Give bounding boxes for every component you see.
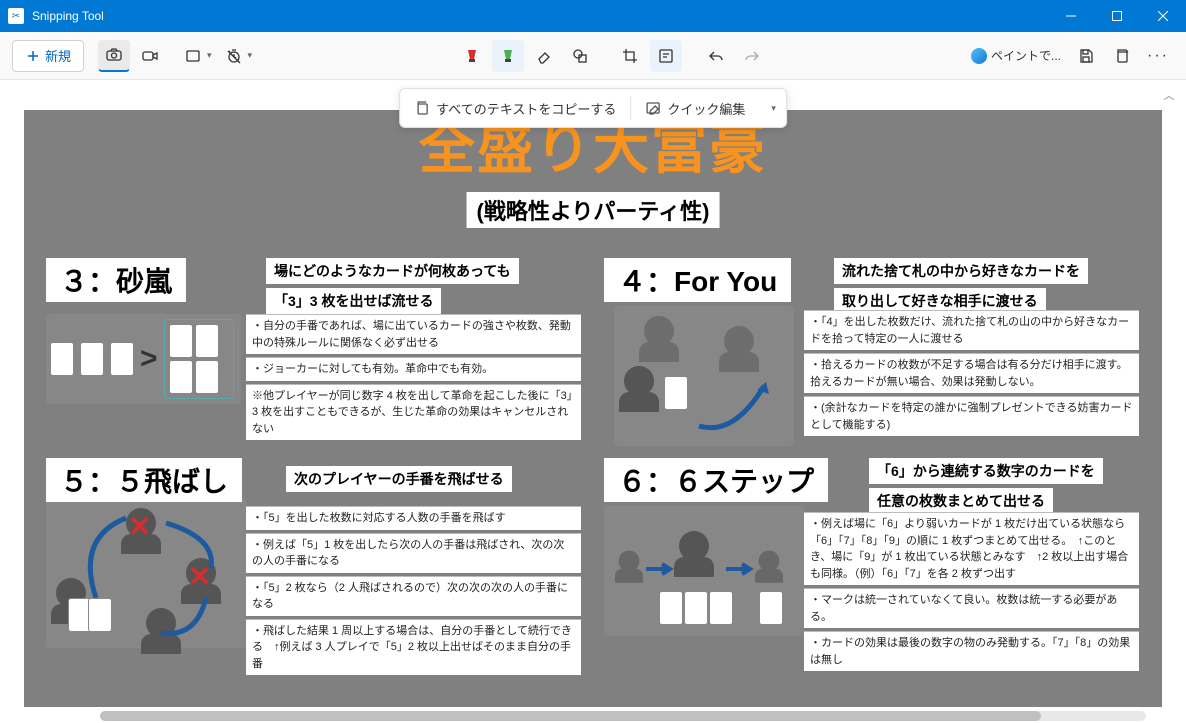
rule-6-lead1: 「6」から連続する数字のカードを [869,458,1103,484]
text-actions-floatbar: すべてのテキストをコピーする クイック編集 ▾ [399,88,787,128]
save-button[interactable] [1070,40,1102,72]
highlighter-button[interactable] [492,40,524,72]
captured-image: 全盛り大富豪 (戦略性よりパーティ性) ３：砂嵐 場にどのようなカードが何枚あっ… [24,110,1162,707]
rule-6-lead2: 任意の枚数まとめて出せる [869,488,1053,514]
rule-5-heading: ５：５飛ばし [46,458,242,502]
rule-3-block: ３：砂嵐 場にどのようなカードが何枚あっても 「3」3 枚を出せば流せる > ・… [46,258,586,302]
photo-mode-button[interactable] [98,40,130,72]
rule-3-lead2: 「3」3 枚を出せば流せる [266,288,441,314]
rule-3-graphic: > [46,314,241,404]
rule-4-bullets: ・「4」を出した枚数だけ、流れた捨て札の山の中から好きなカードを拾って特定の一人… [804,310,1139,439]
rule-5-lead1: 次のプレイヤーの手番を飛ばせる [286,466,512,492]
rule-4-block: ４：For You 流れた捨て札の中から好きなカードを 取り出して好きな相手に渡… [604,258,1144,302]
rule-5-block: ５：５飛ばし 次のプレイヤーの手番を飛ばせる ✕ ✕ ・「5」を出した枚数に対応… [46,458,586,502]
new-snip-button[interactable]: 新規 [12,40,84,72]
horizontal-scrollbar[interactable] [100,711,1146,721]
rule-4-graphic [614,306,794,446]
chevron-down-icon: ▾ [771,103,776,114]
close-button[interactable] [1140,0,1186,32]
shapes-button[interactable] [564,40,596,72]
eraser-button[interactable] [528,40,560,72]
copy-all-text-button[interactable]: すべてのテキストをコピーする [400,89,630,127]
canvas-area: すべてのテキストをコピーする クイック編集 ▾ ︿ 全盛り大富豪 (戦略性よりパ… [0,80,1186,723]
floatbar-chevron-button[interactable]: ▾ [759,89,786,127]
scroll-up-button[interactable]: ︿ [1160,86,1178,104]
chevron-down-icon: ▾ [248,50,253,61]
app-icon: ✂ [8,8,24,24]
rule-5-bullets: ・「5」を出した枚数に対応する人数の手番を飛ばす ・例えば「5」1 枚を出したら… [246,506,581,678]
maximize-button[interactable] [1094,0,1140,32]
rule-3-heading: ３：砂嵐 [46,258,186,302]
titlebar: ✂ Snipping Tool [0,0,1186,32]
rule-3-lead1: 場にどのようなカードが何枚あっても [266,258,519,284]
undo-button[interactable] [700,40,732,72]
rule-4-heading: ４：For You [604,258,791,302]
redo-button[interactable] [736,40,768,72]
crop-button[interactable] [614,40,646,72]
toolbar: 新規 ▾ ▾ ペイントで... [0,32,1186,80]
shape-mode-button[interactable]: ▾ [180,40,217,72]
rule-4-lead1: 流れた捨て札の中から好きなカードを [834,258,1088,284]
globe-icon [971,48,987,64]
rule-5-graphic: ✕ ✕ [46,498,246,648]
video-mode-button[interactable] [134,40,166,72]
capture-subtitle: (戦略性よりパーティ性) [467,192,720,228]
scrollbar-thumb[interactable] [100,711,1041,721]
rule-3-bullets: ・自分の手番であれば、場に出ているカードの強さや枚数、発動中の特殊ルールに関係な… [246,314,581,443]
text-actions-button[interactable] [650,40,682,72]
edit-in-paint-button[interactable]: ペイントで... [966,40,1066,72]
more-button[interactable]: ··· [1142,40,1174,72]
copy-button[interactable] [1106,40,1138,72]
rule-6-block: ６：６ステップ 「6」から連続する数字のカードを 任意の枚数まとめて出せる ・例… [604,458,1144,502]
quick-edit-button[interactable]: クイック編集 [631,89,759,127]
delay-button[interactable]: ▾ [221,40,258,72]
chevron-down-icon: ▾ [207,50,212,61]
rule-6-bullets: ・例えば場に「6」より弱いカードが 1 枚だけ出ている状態なら「6」「7」「8」… [804,512,1139,674]
red-pen-button[interactable] [456,40,488,72]
new-label: 新規 [45,46,71,65]
window-title: Snipping Tool [32,9,1048,23]
rule-6-graphic [604,506,804,636]
minimize-button[interactable] [1048,0,1094,32]
paint-label: ペイントで... [991,47,1061,64]
rule-6-heading: ６：６ステップ [604,458,828,502]
